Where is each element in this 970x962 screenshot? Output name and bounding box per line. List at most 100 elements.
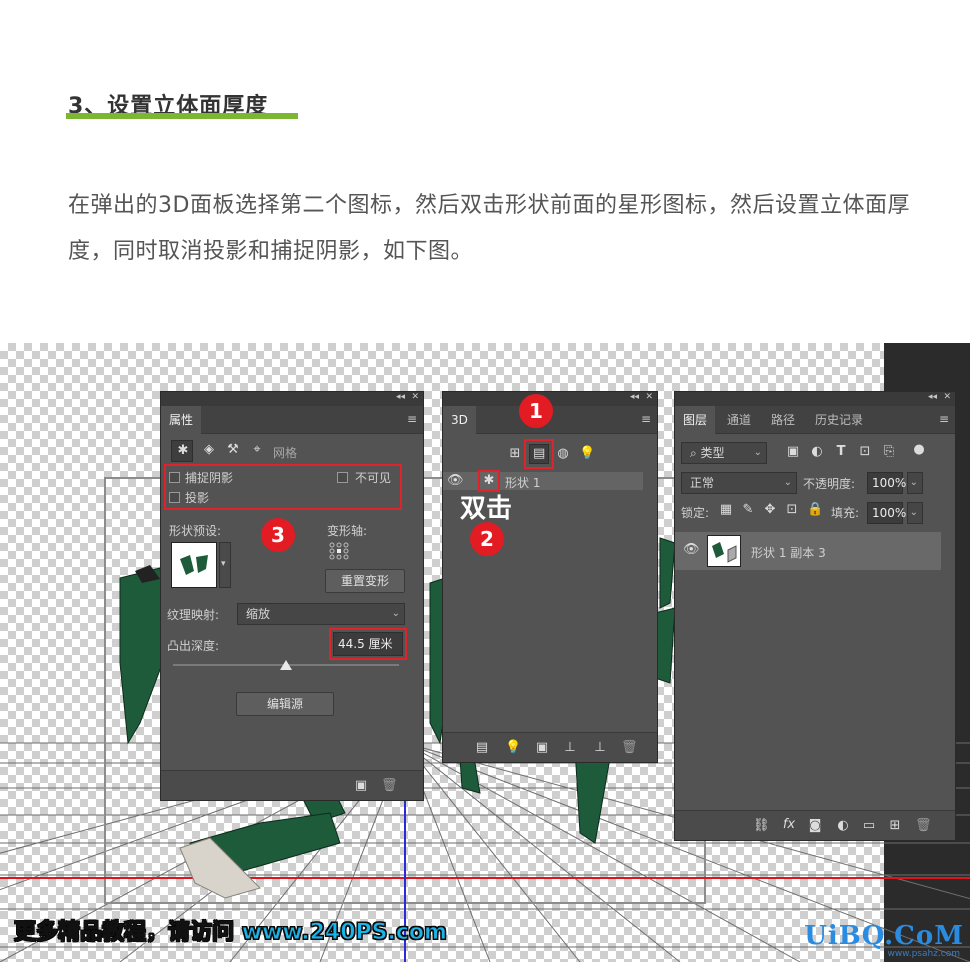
panel-menu-icon[interactable]: ≡ (407, 412, 417, 426)
close-icon[interactable]: ✕ (411, 392, 419, 402)
link-icon[interactable]: ⛓ (753, 818, 770, 833)
cap-mode-icon[interactable]: ⚒ (225, 442, 241, 457)
material-filter-icon[interactable]: ◍ (555, 446, 571, 461)
panel-topbar: ◂◂ ✕ (161, 392, 423, 406)
eye-icon[interactable]: 👁 (683, 542, 700, 557)
slider-handle[interactable] (280, 660, 292, 670)
render-icon[interactable]: ▣ (353, 778, 369, 793)
tab-paths[interactable]: 路径 (763, 406, 803, 434)
type-filter-icon[interactable]: T (833, 444, 849, 459)
texture-mapping-select[interactable]: 缩放 ⌄ (237, 603, 405, 625)
panel-topbar: ◂◂ ✕ (675, 392, 955, 406)
layer-filter-select[interactable]: ⌕ 类型 ⌄ (681, 442, 767, 464)
shape-filter-icon[interactable]: ⊡ (857, 444, 873, 459)
scene-filter-icon[interactable]: ⊞ (507, 446, 523, 461)
coordinates-mode-icon[interactable]: ⌖ (249, 442, 265, 457)
mask-icon[interactable]: ◙ (807, 818, 823, 833)
fill-dropdown[interactable]: ⌄ (907, 502, 923, 524)
light-filter-icon[interactable]: 💡 (579, 446, 595, 461)
fill-label: 填充: (831, 506, 860, 520)
lock-position-icon[interactable]: ✥ (763, 502, 777, 517)
chevron-down-icon: ⌄ (909, 477, 918, 488)
tab-channels[interactable]: 通道 (719, 406, 759, 434)
3d-bottom-bar: ▤ 💡 ▣ ⊥ ⊥ 🗑 (443, 732, 657, 762)
tab-layers[interactable]: 图层 (675, 406, 716, 434)
uibq-watermark: UiBQ.CoM (804, 921, 964, 951)
reset-deform-button[interactable]: 重置变形 (325, 569, 405, 593)
trash-icon[interactable]: 🗑 (381, 778, 398, 793)
shape-preset-thumbnail[interactable] (171, 542, 217, 588)
preset-shape-icon (180, 555, 208, 575)
layer-thumbnail (707, 535, 741, 567)
highlight-shadow-options (164, 464, 402, 510)
layer-thumb-3d-icon (712, 542, 737, 563)
layers-tabbar: 图层 通道 路径 历史记录 ≡ (675, 406, 955, 434)
close-icon[interactable]: ✕ (645, 392, 653, 402)
chevron-down-icon: ▾ (221, 559, 226, 569)
collapse-icon[interactable]: ◂◂ (630, 392, 639, 402)
layer-row[interactable]: 👁 形状 1 副本 3 (675, 532, 941, 570)
eye-icon[interactable]: 👁 (447, 473, 464, 488)
tab-3d[interactable]: 3D (443, 406, 476, 434)
psahz-watermark: www.psahz.com (887, 949, 960, 959)
shadow-icon[interactable]: ⊥ (593, 740, 607, 755)
fx-icon[interactable]: fx (781, 817, 797, 832)
deform-mode-icon[interactable]: ◈ (201, 442, 217, 457)
render-icon[interactable]: ▣ (535, 740, 549, 755)
panel-menu-icon[interactable]: ≡ (641, 412, 651, 426)
deform-axis-grid-icon[interactable] (329, 542, 349, 560)
lock-pixels-icon[interactable]: ✎ (741, 502, 755, 517)
shape-preset-dropdown[interactable]: ▾ (219, 542, 231, 588)
shape-preset-label: 形状预设: (169, 524, 222, 538)
collapse-icon[interactable]: ◂◂ (396, 392, 405, 402)
tab-history[interactable]: 历史记录 (807, 406, 871, 434)
layer-name: 形状 1 副本 3 (751, 546, 826, 560)
add-light-icon[interactable]: 💡 (505, 740, 521, 755)
watermark-text: 更多精品教程，请访问 (13, 920, 235, 946)
new-layer-icon[interactable]: ⊞ (887, 818, 903, 833)
trash-icon[interactable]: 🗑 (915, 818, 932, 833)
step-badge-3: 3 (261, 518, 295, 552)
highlight-mesh-filter (524, 439, 554, 469)
lock-artboard-icon[interactable]: ⊡ (785, 502, 799, 517)
lock-label: 锁定: (681, 506, 710, 520)
double-click-annotation: 双击 (460, 494, 513, 524)
panel-menu-icon[interactable]: ≡ (939, 412, 949, 426)
extrusion-depth-label: 凸出深度: (167, 639, 220, 653)
trash-icon[interactable]: 🗑 (621, 740, 638, 755)
opacity-dropdown[interactable]: ⌄ (907, 472, 923, 494)
opacity-input[interactable]: 100% (867, 472, 906, 494)
mode-label: 网格 (273, 446, 298, 460)
smart-object-filter-icon[interactable]: ⎘ (881, 444, 897, 459)
collapse-icon[interactable]: ◂◂ (928, 392, 937, 402)
layers-panel: ◂◂ ✕ 图层 通道 路径 历史记录 ≡ ⌕ 类型 ⌄ ▣ ◐ T ⊡ ⎘ ● … (674, 391, 956, 841)
image-filter-icon[interactable]: ▣ (785, 444, 801, 459)
highlight-extrusion-depth (329, 628, 407, 660)
ground-icon[interactable]: ⊥ (563, 740, 577, 755)
site-watermark: 更多精品教程，请访问 www.240PS.com (13, 914, 447, 946)
tab-properties[interactable]: 属性 (161, 406, 202, 434)
chevron-down-icon: ⌄ (909, 507, 918, 518)
blend-mode-select[interactable]: 正常 ⌄ (681, 472, 797, 494)
lock-all-icon[interactable]: 🔒 (807, 502, 823, 517)
close-icon[interactable]: ✕ (943, 392, 951, 402)
chevron-down-icon: ⌄ (753, 447, 762, 458)
add-mesh-icon[interactable]: ▤ (475, 740, 489, 755)
edit-source-button[interactable]: 编辑源 (236, 692, 334, 716)
axis-grid-svg (329, 542, 349, 560)
lock-transparency-icon[interactable]: ▦ (719, 502, 733, 517)
properties-panel: ◂◂ ✕ 属性 ≡ ✱ ◈ ⚒ ⌖ 网格 捕捉阴影 不可见 投影 形状预设: 变… (160, 391, 424, 801)
page: 3、设置立体面厚度 在弹出的3D面板选择第二个图标，然后双击形状前面的星形图标，… (0, 0, 970, 962)
adjustment-icon[interactable]: ◐ (835, 818, 851, 833)
adjustment-filter-icon[interactable]: ◐ (809, 444, 825, 459)
heading-underline (66, 113, 298, 119)
properties-tabbar: 属性 ≡ (161, 406, 423, 434)
filter-toggle-icon[interactable]: ● (913, 442, 925, 457)
texture-mapping-value: 缩放 (246, 607, 271, 621)
mesh-mode-button[interactable]: ✱ (171, 440, 193, 462)
star-icon: ✱ (177, 443, 189, 458)
fill-input[interactable]: 100% (867, 502, 906, 524)
folder-icon[interactable]: ▭ (861, 818, 877, 833)
3d-panel: ◂◂ ✕ 3D ≡ ⊞ ▤ ◍ 💡 👁 ✱ 形状 1 ▤ 💡 ▣ ⊥ ⊥ 🗑 (442, 391, 658, 763)
opacity-label: 不透明度: (803, 477, 856, 491)
